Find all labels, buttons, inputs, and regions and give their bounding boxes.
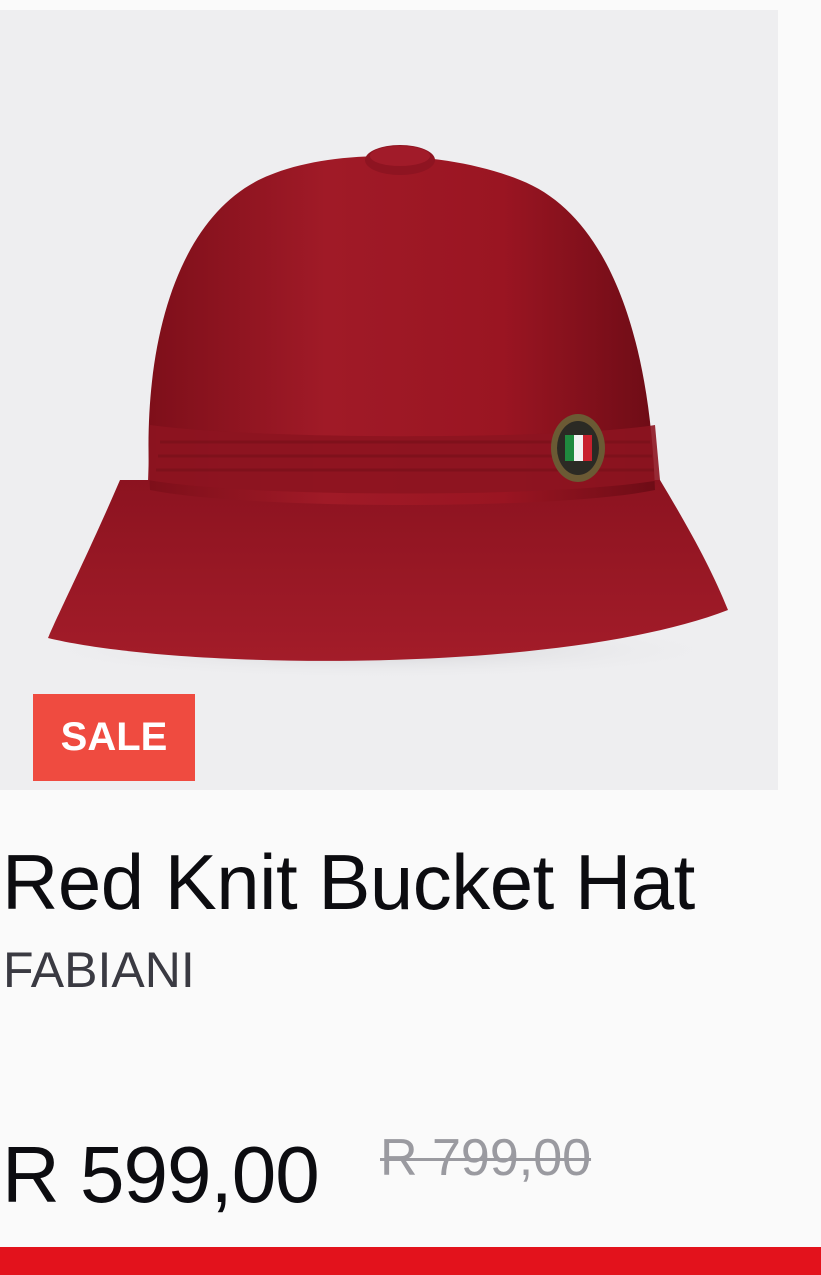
pin-badge <box>551 414 605 482</box>
sale-price: R 599,00 <box>2 1130 320 1219</box>
hat-illustration <box>20 145 740 680</box>
product-image[interactable]: SALE <box>0 10 778 790</box>
product-card[interactable]: SALE Red Knit Bucket Hat FABIANI R 599,0… <box>0 0 821 1275</box>
accent-bar <box>0 1247 821 1275</box>
product-brand: FABIANI <box>3 942 195 998</box>
sale-badge: SALE <box>33 694 195 781</box>
original-price: R 799,00 <box>380 1129 592 1187</box>
product-title[interactable]: Red Knit Bucket Hat <box>2 836 695 928</box>
